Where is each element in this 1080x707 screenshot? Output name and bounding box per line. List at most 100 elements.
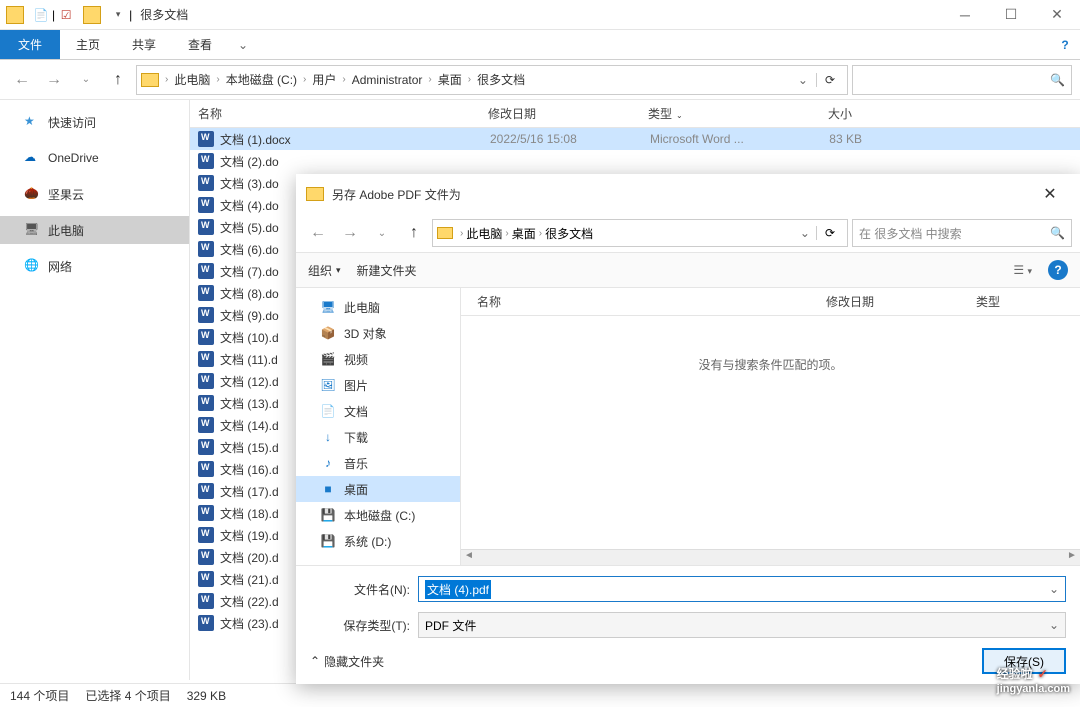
dialog-tree-item[interactable]: 📦3D 对象: [296, 320, 460, 346]
chevron-right-icon[interactable]: ›: [342, 74, 345, 85]
dialog-tree-item[interactable]: ♪音乐: [296, 450, 460, 476]
dialog-column-name[interactable]: 名称: [461, 293, 810, 310]
dialog-back-button[interactable]: ←: [304, 219, 332, 247]
dialog-recent-dropdown[interactable]: ⌄: [368, 219, 396, 247]
filetype-select[interactable]: PDF 文件 ⌄: [418, 612, 1066, 638]
dialog-search-input[interactable]: 在 很多文档 中搜索 🔍: [852, 219, 1072, 247]
dialog-column-date[interactable]: 修改日期: [810, 293, 960, 310]
up-button[interactable]: ↑: [104, 66, 132, 94]
hide-folders-button[interactable]: ⌃ 隐藏文件夹: [310, 653, 384, 670]
column-name[interactable]: 名称: [190, 105, 480, 122]
new-folder-button[interactable]: 新建文件夹: [357, 262, 417, 279]
dialog-breadcrumb[interactable]: 桌面: [512, 225, 536, 242]
dialog-close-button[interactable]: ✕: [1030, 174, 1070, 214]
search-input[interactable]: 🔍: [852, 65, 1072, 95]
file-row[interactable]: 文档 (2).do: [190, 150, 1080, 172]
maximize-button[interactable]: ☐: [988, 0, 1034, 30]
chevron-right-icon[interactable]: ›: [303, 74, 306, 85]
sidebar-item[interactable]: 🖥此电脑: [0, 216, 189, 244]
dialog-tree-item[interactable]: 🖼图片: [296, 372, 460, 398]
folder-icon: [6, 6, 24, 24]
dialog-tree-item[interactable]: ↓下载: [296, 424, 460, 450]
dialog-column-type[interactable]: 类型: [960, 293, 1080, 310]
dialog-breadcrumb[interactable]: 很多文档: [545, 225, 593, 242]
dialog-breadcrumb[interactable]: 此电脑: [466, 225, 502, 242]
status-bar: 144 个项目 已选择 4 个项目 329 KB: [0, 683, 1080, 707]
recent-dropdown[interactable]: ⌄: [72, 66, 100, 94]
scroll-left-icon[interactable]: ◄: [461, 550, 477, 565]
tab-view[interactable]: 查看: [172, 30, 228, 59]
chevron-right-icon[interactable]: ›: [460, 228, 463, 239]
organize-button[interactable]: 组织 ▾: [308, 262, 341, 279]
breadcrumb[interactable]: 用户: [308, 71, 340, 88]
filename-dropdown-icon[interactable]: ⌄: [1049, 582, 1059, 596]
column-type[interactable]: 类型⌄: [640, 105, 780, 122]
ribbon-expand-icon[interactable]: ⌄: [228, 30, 258, 59]
sidebar-item[interactable]: 🌰坚果云: [0, 180, 189, 208]
address-bar[interactable]: › 此电脑 › 本地磁盘 (C:) › 用户 › Administrator ›…: [136, 65, 848, 95]
chevron-right-icon[interactable]: ›: [165, 74, 168, 85]
qat-check-icon[interactable]: ☑: [58, 7, 74, 23]
dialog-address-bar[interactable]: › 此电脑 › 桌面 › 很多文档 ⌄ ⟳: [432, 219, 848, 247]
back-button[interactable]: ←: [8, 66, 36, 94]
dialog-tree-item[interactable]: 🖥此电脑: [296, 294, 460, 320]
qat-dropdown-icon[interactable]: ▾: [110, 7, 126, 23]
breadcrumb[interactable]: 很多文档: [473, 71, 529, 88]
sidebar-item-label: 快速访问: [48, 114, 96, 131]
dialog-tree-item[interactable]: 💾本地磁盘 (C:): [296, 502, 460, 528]
dialog-address-dropdown[interactable]: ⌄: [794, 226, 816, 240]
sidebar-item[interactable]: 🌐网络: [0, 252, 189, 280]
word-file-icon: [198, 219, 214, 235]
forward-button[interactable]: →: [40, 66, 68, 94]
word-file-icon: [198, 153, 214, 169]
column-size[interactable]: 大小: [780, 105, 860, 122]
filename-input[interactable]: 文档 (4).pdf ⌄: [418, 576, 1066, 602]
chevron-right-icon[interactable]: ›: [216, 74, 219, 85]
close-button[interactable]: ✕: [1034, 0, 1080, 30]
ribbon-tabs: 文件 主页 共享 查看 ⌄ ?: [0, 30, 1080, 60]
chevron-up-icon: ⌃: [310, 654, 320, 668]
status-item-count: 144 个项目: [10, 687, 69, 704]
dialog-refresh-button[interactable]: ⟳: [816, 226, 843, 240]
dialog-tree-item[interactable]: ■桌面: [296, 476, 460, 502]
scroll-right-icon[interactable]: ►: [1064, 550, 1080, 565]
help-icon[interactable]: ?: [1050, 30, 1080, 59]
sidebar-item[interactable]: ☁OneDrive: [0, 144, 189, 172]
minimize-button[interactable]: ─: [942, 0, 988, 30]
down-icon: ↓: [320, 429, 336, 445]
file-row[interactable]: 文档 (1).docx 2022/5/16 15:08 Microsoft Wo…: [190, 128, 1080, 150]
pic-icon: 🖼: [320, 377, 336, 393]
chevron-right-icon[interactable]: ›: [505, 228, 508, 239]
refresh-button[interactable]: ⟳: [816, 73, 843, 87]
breadcrumb[interactable]: 此电脑: [170, 71, 214, 88]
breadcrumb[interactable]: 本地磁盘 (C:): [222, 71, 301, 88]
chevron-right-icon[interactable]: ›: [428, 74, 431, 85]
dialog-tree-item[interactable]: 💾系统 (D:): [296, 528, 460, 554]
chevron-right-icon[interactable]: ›: [539, 228, 542, 239]
view-options-icon[interactable]: ☰ ▾: [1013, 263, 1032, 277]
column-date[interactable]: 修改日期: [480, 105, 640, 122]
file-type: Microsoft Word ...: [650, 132, 790, 146]
dialog-tree-item[interactable]: 🎬视频: [296, 346, 460, 372]
tab-share[interactable]: 共享: [116, 30, 172, 59]
breadcrumb[interactable]: 桌面: [434, 71, 466, 88]
address-dropdown-icon[interactable]: ⌄: [792, 73, 814, 87]
word-file-icon: [198, 593, 214, 609]
tab-home[interactable]: 主页: [60, 30, 116, 59]
dialog-footer: 文件名(N): 文档 (4).pdf ⌄ 保存类型(T): PDF 文件 ⌄ ⌃…: [296, 565, 1080, 684]
filetype-dropdown-icon[interactable]: ⌄: [1049, 618, 1059, 632]
qat-save-icon[interactable]: 📄: [33, 7, 49, 23]
dialog-up-button[interactable]: ↑: [400, 219, 428, 247]
dialog-hscrollbar[interactable]: ◄ ►: [461, 549, 1080, 565]
chevron-right-icon[interactable]: ›: [468, 74, 471, 85]
breadcrumb[interactable]: Administrator: [348, 73, 427, 87]
word-file-icon: [198, 131, 214, 147]
status-size: 329 KB: [187, 689, 226, 703]
sidebar-item[interactable]: ★快速访问: [0, 108, 189, 136]
file-tab[interactable]: 文件: [0, 30, 60, 59]
word-file-icon: [198, 615, 214, 631]
dialog-help-icon[interactable]: ?: [1048, 260, 1068, 280]
dialog-forward-button[interactable]: →: [336, 219, 364, 247]
dialog-tree-item[interactable]: 📄文档: [296, 398, 460, 424]
search-icon: 🔍: [1050, 226, 1065, 240]
